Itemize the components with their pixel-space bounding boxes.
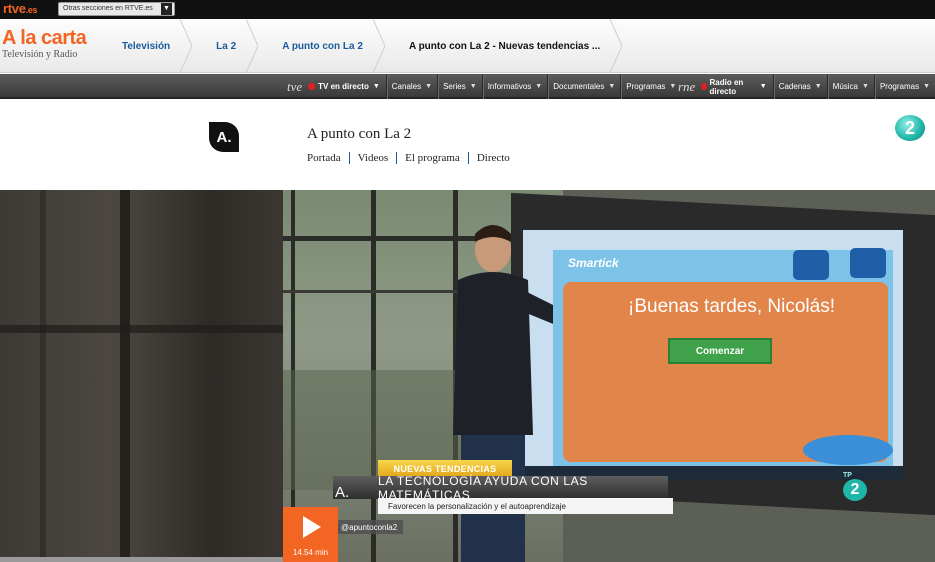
- breadcrumb-item-current: A punto con La 2 - Nuevas tendencias ...: [385, 19, 623, 73]
- caret-down-icon: ▼: [923, 83, 930, 90]
- program-nav-el-programa[interactable]: El programa: [396, 152, 468, 164]
- la2-onair-logo: TP 2: [843, 472, 869, 510]
- caret-down-icon: ▼: [814, 83, 822, 90]
- blur-window-frame: [40, 190, 46, 562]
- nav-item-programas-radio[interactable]: Programas ▼: [873, 74, 935, 99]
- lower-third-subheadline: Favorecen la personalización y el autoap…: [378, 498, 673, 514]
- a-la-carta-logo[interactable]: A la carta Televisión y Radio: [2, 27, 87, 61]
- program-nav-directo[interactable]: Directo: [467, 152, 518, 164]
- breadcrumb-label: La 2: [216, 40, 237, 52]
- breadcrumb-item-television[interactable]: Televisión: [98, 19, 193, 73]
- program-logo-text: A.: [216, 128, 232, 146]
- video-frame[interactable]: Smartick ¡Buenas tardes, Nicolás! Comenz…: [283, 190, 935, 562]
- main-nav: tve TV en directo ▼ Canales ▼ Series ▼ Info…: [0, 74, 935, 99]
- video-player[interactable]: Smartick ¡Buenas tardes, Nicolás! Comenz…: [0, 190, 935, 562]
- nav-item-informativos[interactable]: Informativos ▼: [481, 74, 548, 99]
- breadcrumb-separator-icon: [246, 19, 259, 73]
- tve-logo[interactable]: tve: [287, 79, 302, 95]
- nav-item-series[interactable]: Series ▼: [437, 74, 482, 99]
- rtve-logo-suffix: .es: [25, 5, 38, 15]
- caret-down-icon: ▼: [862, 83, 869, 90]
- tv-live-link[interactable]: TV en directo ▼: [306, 74, 386, 99]
- nav-item-label: Música: [832, 82, 858, 91]
- breadcrumb-separator-icon: [372, 19, 385, 73]
- program-nav: Portada Videos El programa Directo: [307, 152, 518, 164]
- radio-live-link[interactable]: Radio en directo ▼: [699, 74, 772, 99]
- program-title: A punto con La 2: [307, 126, 412, 142]
- brand-subtitle: Televisión y Radio: [2, 49, 78, 60]
- radio-nav-group: rne Radio en directo ▼ Cadenas ▼ Música ▼ P…: [678, 74, 935, 99]
- program-nav-portada[interactable]: Portada: [307, 152, 349, 164]
- caret-down-icon: ▼: [469, 83, 477, 90]
- breadcrumb-item-la2[interactable]: La 2: [192, 19, 259, 73]
- nav-item-label: Series: [443, 82, 466, 91]
- program-header: A. A punto con La 2 Portada Videos El pr…: [0, 101, 935, 190]
- app-book-icon: [793, 250, 829, 280]
- program-logo[interactable]: A.: [209, 122, 239, 152]
- live-dot-icon: [308, 83, 316, 90]
- live-dot-icon: [701, 83, 707, 90]
- radio-live-label: Radio en directo: [709, 77, 744, 96]
- nav-item-programas-tv[interactable]: Programas ▼: [620, 74, 681, 99]
- breadcrumb-label: A punto con La 2 - Nuevas tendencias ...: [408, 40, 601, 52]
- breadcrumb-separator-icon: [610, 19, 623, 73]
- rne-logo[interactable]: rne: [678, 79, 695, 95]
- caret-down-icon: ▼: [759, 83, 767, 90]
- channel-badge-text: 2: [904, 117, 915, 138]
- play-icon: [303, 516, 321, 538]
- site-header: A la carta Televisión y Radio Televisión…: [0, 19, 935, 73]
- breadcrumb: Televisión La 2 A punto con La 2 A punto…: [98, 19, 623, 73]
- nav-item-documentales[interactable]: Documentales ▼: [547, 74, 620, 99]
- other-sections-label: Otras secciones en RTVE.es: [63, 5, 153, 12]
- nav-item-label: Documentales: [553, 82, 605, 91]
- lower-third-show-logo: A.: [335, 484, 350, 501]
- nav-item-label: Canales: [391, 82, 422, 91]
- app-start-button: Comenzar: [668, 338, 772, 364]
- lower-third-headline: LA TECNOLOGÍA AYUDA CON LAS MATEMÁTICAS: [333, 474, 668, 502]
- breadcrumb-separator-icon: [180, 19, 193, 73]
- caret-down-icon: ▼: [372, 83, 380, 90]
- social-handle: @apuntoconla2: [335, 520, 404, 534]
- other-sections-select[interactable]: Otras secciones en RTVE.es ▼: [58, 2, 175, 16]
- brand-title: A la carta: [2, 27, 87, 49]
- blur-window-frame: [0, 325, 283, 333]
- onair-tp-label: TP: [843, 472, 852, 479]
- chevron-down-icon: ▼: [161, 3, 172, 15]
- nav-item-canales[interactable]: Canales ▼: [385, 74, 437, 99]
- blur-window-frame: [120, 190, 130, 562]
- app-exit-icon: [850, 248, 886, 278]
- nav-item-musica[interactable]: Música ▼: [826, 74, 874, 99]
- caret-down-icon: ▼: [535, 83, 543, 90]
- nav-item-label: Programas: [879, 82, 920, 91]
- rtve-logo[interactable]: rtve.es: [3, 1, 38, 16]
- nav-item-label: Programas: [626, 82, 666, 91]
- app-logo: Smartick: [568, 256, 619, 270]
- top-bar: rtve.es Otras secciones en RTVE.es ▼: [0, 0, 935, 19]
- caret-down-icon: ▼: [669, 83, 677, 90]
- bottom-strip: [0, 557, 283, 562]
- video-duration: 14.54 min: [292, 548, 329, 557]
- caret-down-icon: ▼: [608, 83, 616, 90]
- caret-down-icon: ▼: [425, 83, 433, 90]
- program-nav-videos[interactable]: Videos: [348, 152, 397, 164]
- tv-nav-group: tve TV en directo ▼ Canales ▼ Series ▼ Info…: [287, 74, 681, 99]
- nav-item-cadenas[interactable]: Cadenas ▼: [772, 74, 827, 99]
- app-greeting: ¡Buenas tardes, Nicolás!: [628, 296, 835, 317]
- la2-channel-logo[interactable]: 2: [895, 115, 925, 141]
- tv-live-label: TV en directo: [318, 82, 369, 91]
- play-button[interactable]: 14.54 min: [283, 507, 338, 562]
- onair-channel: 2: [843, 479, 867, 501]
- nav-item-label: Cadenas: [778, 82, 811, 91]
- video-blurred-background: [0, 190, 283, 562]
- social-handle-text: @apuntoconla2: [341, 522, 398, 532]
- rtve-logo-text: rtve: [3, 1, 26, 16]
- breadcrumb-label: A punto con La 2: [282, 40, 363, 52]
- breadcrumb-label: Televisión: [122, 40, 171, 52]
- breadcrumb-item-program[interactable]: A punto con La 2: [258, 19, 385, 73]
- app-pond: [803, 435, 893, 465]
- nav-item-label: Informativos: [487, 82, 532, 91]
